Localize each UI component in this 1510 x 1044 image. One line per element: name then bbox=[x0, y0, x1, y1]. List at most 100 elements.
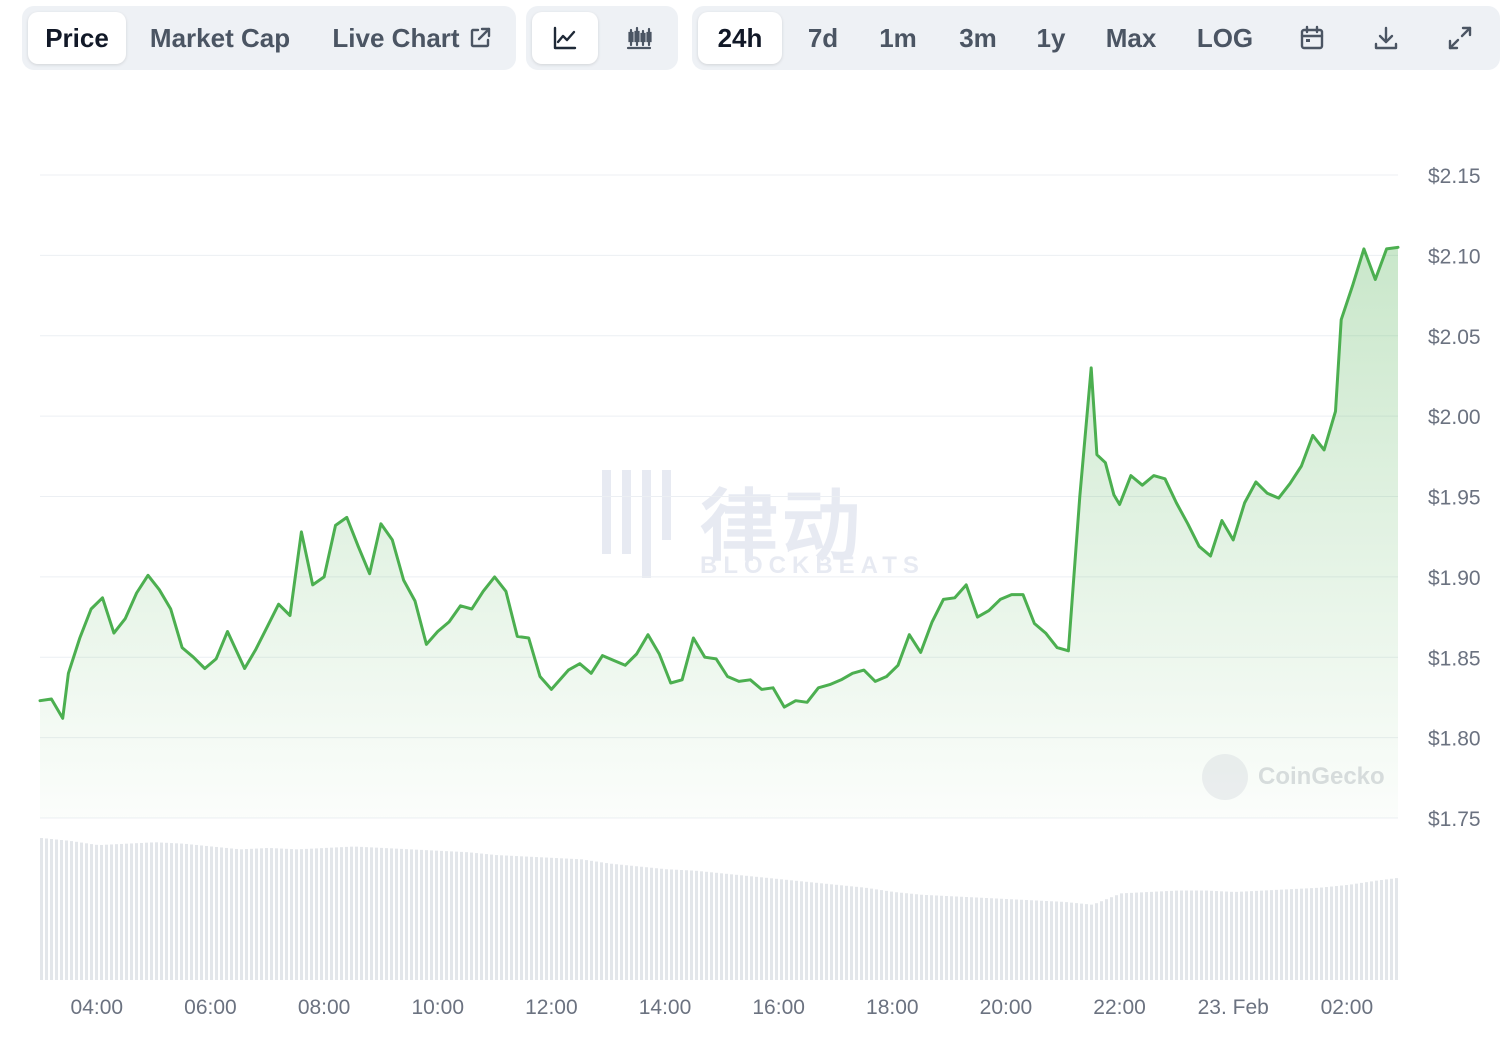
volume-bar bbox=[510, 855, 513, 980]
volume-bar bbox=[125, 843, 128, 980]
volume-bar bbox=[75, 841, 78, 980]
volume-bar bbox=[645, 867, 648, 980]
volume-bar bbox=[710, 872, 713, 980]
volume-bar bbox=[215, 846, 218, 980]
volume-bar bbox=[770, 878, 773, 980]
volume-bar bbox=[1010, 899, 1013, 980]
volume-bar bbox=[1145, 892, 1148, 980]
volume-bar bbox=[1080, 903, 1083, 980]
volume-bar bbox=[960, 896, 963, 980]
volume-bar bbox=[105, 844, 108, 980]
volume-bar bbox=[725, 873, 728, 980]
volume-bar bbox=[665, 869, 668, 980]
volume-bar bbox=[220, 847, 223, 980]
volume-bar bbox=[1070, 902, 1073, 980]
volume-bar bbox=[425, 850, 428, 980]
volume-bar bbox=[815, 882, 818, 980]
volume-bar bbox=[205, 845, 208, 980]
volume-bar bbox=[1190, 890, 1193, 980]
volume-bar bbox=[445, 851, 448, 980]
volume-bar bbox=[1270, 890, 1273, 980]
volume-bar bbox=[90, 844, 93, 980]
volume-bar bbox=[1050, 901, 1053, 980]
volume-bar bbox=[890, 891, 893, 980]
volume-bar bbox=[1375, 880, 1378, 980]
volume-bar bbox=[140, 842, 143, 980]
y-tick-label: $1.80 bbox=[1428, 728, 1481, 751]
volume-bar bbox=[720, 873, 723, 980]
volume-bar bbox=[690, 870, 693, 980]
volume-bar bbox=[1105, 899, 1108, 980]
volume-bar bbox=[515, 856, 518, 980]
volume-bar bbox=[1245, 891, 1248, 980]
volume-bar bbox=[1310, 888, 1313, 980]
volume-bar bbox=[540, 857, 543, 980]
volume-bar bbox=[1215, 891, 1218, 980]
volume-bar bbox=[1220, 891, 1223, 980]
volume-bar bbox=[810, 882, 813, 980]
volume-bar bbox=[1315, 887, 1318, 980]
volume-bar bbox=[1290, 889, 1293, 980]
x-tick-label: 02:00 bbox=[1321, 996, 1374, 1019]
volume-bar bbox=[1140, 892, 1143, 980]
volume-bar bbox=[580, 859, 583, 980]
volume-bar bbox=[475, 853, 478, 980]
volume-bar bbox=[865, 887, 868, 980]
y-tick-label: $2.00 bbox=[1428, 406, 1481, 429]
y-tick-label: $2.05 bbox=[1428, 326, 1481, 349]
volume-bar bbox=[1305, 888, 1308, 980]
volume-bar bbox=[735, 874, 738, 980]
volume-bar bbox=[1000, 898, 1003, 980]
volume-bar bbox=[230, 848, 233, 980]
volume-bar bbox=[820, 883, 823, 980]
volume-bar bbox=[200, 845, 203, 980]
volume-bar bbox=[490, 854, 493, 980]
volume-bar bbox=[780, 879, 783, 980]
volume-bar bbox=[615, 864, 618, 980]
volume-bar bbox=[295, 849, 298, 980]
volume-bar bbox=[1110, 897, 1113, 980]
volume-bar bbox=[1325, 887, 1328, 980]
volume-bar bbox=[620, 864, 623, 980]
volume-bar bbox=[115, 844, 118, 980]
volume-bar bbox=[775, 878, 778, 980]
volume-bar bbox=[1350, 884, 1353, 980]
volume-bar bbox=[930, 895, 933, 980]
volume-bar bbox=[1175, 890, 1178, 980]
volume-bar bbox=[400, 848, 403, 980]
volume-bar bbox=[470, 852, 473, 980]
volume-bar bbox=[430, 850, 433, 980]
volume-bar bbox=[225, 847, 228, 980]
volume-bar bbox=[380, 847, 383, 980]
volume-bar bbox=[575, 859, 578, 980]
volume-bar bbox=[1280, 889, 1283, 980]
volume-bar bbox=[250, 848, 253, 980]
y-tick-label: $1.90 bbox=[1428, 567, 1481, 590]
volume-bar bbox=[940, 895, 943, 980]
volume-bar bbox=[980, 897, 983, 980]
volume-bar bbox=[850, 886, 853, 980]
volume-bar bbox=[1035, 900, 1038, 980]
volume-bar bbox=[370, 847, 373, 980]
volume-bar bbox=[1205, 890, 1208, 980]
volume-bar bbox=[1385, 879, 1388, 980]
x-tick-label: 10:00 bbox=[411, 996, 464, 1019]
volume-bar bbox=[145, 842, 148, 980]
volume-bar bbox=[1055, 901, 1058, 980]
volume-bar bbox=[1355, 883, 1358, 980]
volume-bar bbox=[595, 861, 598, 980]
volume-bar bbox=[1065, 902, 1068, 980]
volume-bar bbox=[685, 870, 688, 980]
volume-bar bbox=[60, 839, 63, 980]
volume-bar bbox=[915, 894, 918, 980]
x-tick-label: 06:00 bbox=[184, 996, 237, 1019]
volume-bar bbox=[265, 848, 268, 980]
volume-bar bbox=[505, 855, 508, 980]
volume-bar bbox=[935, 895, 938, 980]
volume-bar bbox=[245, 849, 248, 980]
price-chart: $2.15 $2.10 $2.05 $2.00 $1.95 $1.90 $1.85 $1.80… bbox=[38, 165, 1481, 1019]
volume-bar bbox=[985, 898, 988, 980]
volume-bar bbox=[260, 848, 263, 980]
volume-bar bbox=[440, 850, 443, 980]
volume-bar bbox=[100, 844, 103, 980]
